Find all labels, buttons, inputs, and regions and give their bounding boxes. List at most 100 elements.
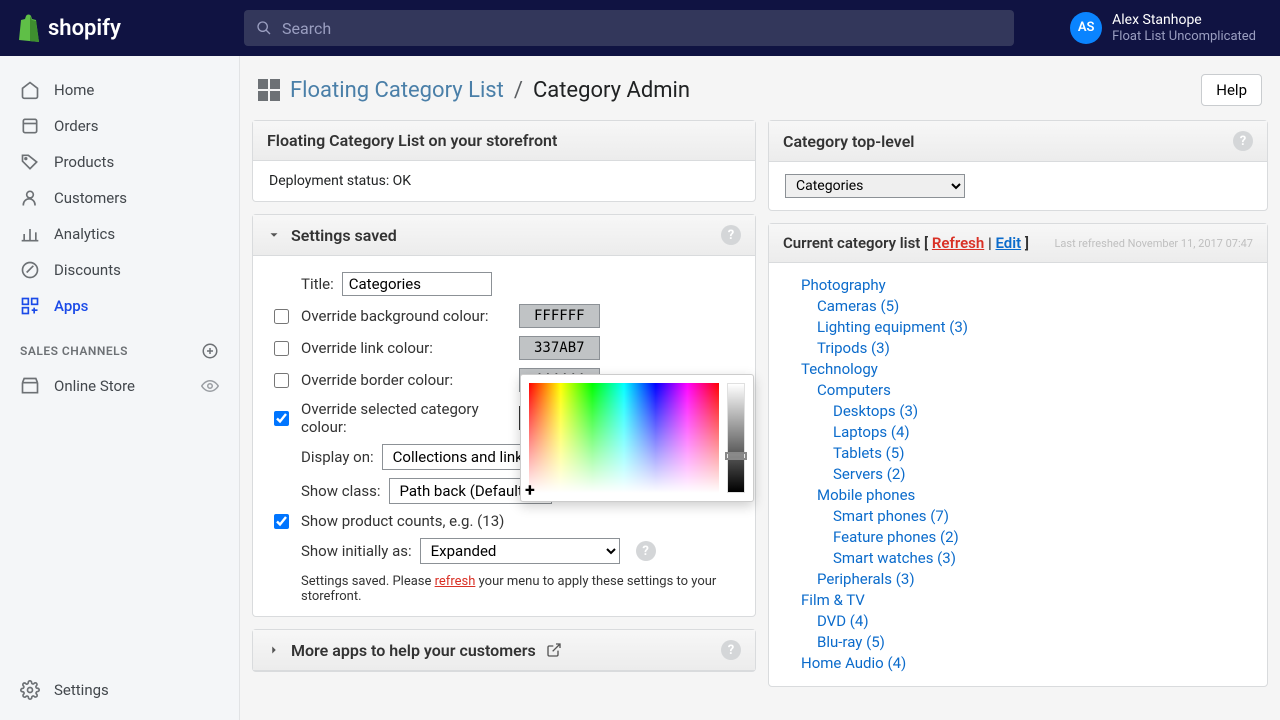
chevron-right-icon [267,643,281,657]
help-icon[interactable]: ? [721,640,741,660]
sidebar-item-products[interactable]: Products [0,144,239,180]
tree-link[interactable]: Smart watches (3) [833,549,956,567]
tree-link[interactable]: Laptops (4) [833,423,910,441]
override-bg-label: Override background colour: [301,307,511,325]
tree-link[interactable]: Smart phones (7) [833,507,949,525]
apps-icon [20,296,40,316]
override-selected-label: Override selected category colour: [301,400,511,436]
sidebar-item-settings[interactable]: Settings [0,672,239,708]
sidebar-item-orders[interactable]: Orders [0,108,239,144]
sidebar-item-customers[interactable]: Customers [0,180,239,216]
tree-link[interactable]: Desktops (3) [833,402,918,420]
tree-link[interactable]: Servers (2) [833,465,906,483]
show-counts-label: Show product counts, e.g. (13) [301,512,504,530]
refresh-link[interactable]: refresh [435,574,476,589]
sidebar: Home Orders Products Customers Analytics… [0,56,240,720]
tree-link[interactable]: Lighting equipment (3) [817,318,968,336]
discount-icon [20,260,40,280]
last-refreshed: Last refreshed November 11, 2017 07:47 [1054,237,1253,250]
sidebar-item-analytics[interactable]: Analytics [0,216,239,252]
sidebar-item-online-store[interactable]: Online Store [0,368,239,404]
search-box[interactable] [244,10,1014,46]
link-color-button[interactable]: 337AB7 [519,336,600,360]
sidebar-item-apps[interactable]: Apps [0,288,239,324]
breadcrumb: Floating Category List / Category Admin … [252,68,1268,120]
tree-link[interactable]: Home Audio (4) [801,654,906,672]
breadcrumb-app[interactable]: Floating Category List [290,78,504,103]
settings-panel-header[interactable]: Settings saved ? [253,215,755,256]
tree-link[interactable]: Feature phones (2) [833,528,959,546]
avatar: AS [1070,12,1102,44]
storefront-panel: Floating Category List on your storefron… [252,120,756,202]
user-menu[interactable]: AS Alex Stanhope Float List Uncomplicate… [1070,12,1264,44]
breadcrumb-sep: / [514,78,523,103]
help-icon[interactable]: ? [721,225,741,245]
refresh-link[interactable]: Refresh [932,234,984,252]
more-apps-header[interactable]: More apps to help your customers ? [253,630,755,671]
analytics-icon [20,224,40,244]
tree-link[interactable]: Tablets (5) [833,444,904,462]
brightness-slider[interactable] [727,383,745,493]
logo[interactable]: shopify [16,14,236,42]
override-bg-checkbox[interactable] [274,309,289,324]
override-link-checkbox[interactable] [274,341,289,356]
save-message: Settings saved. Please refresh your menu… [269,568,739,604]
store-name: Float List Uncomplicated [1112,29,1256,45]
edit-link[interactable]: Edit [995,234,1021,252]
toplevel-panel: Category top-level ? Categories [768,120,1268,211]
bg-color-button[interactable]: FFFFFF [519,304,600,328]
more-apps-panel: More apps to help your customers ? [252,629,756,672]
show-initially-select[interactable]: Expanded [420,538,620,564]
topbar: shopify AS Alex Stanhope Float List Unco… [0,0,1280,56]
override-link-label: Override link colour: [301,339,511,357]
search-icon [256,20,272,36]
tree-link[interactable]: Mobile phones [817,486,915,504]
override-selected-checkbox[interactable] [274,411,289,426]
tree-link[interactable]: Photography [801,276,886,294]
color-picker-popover[interactable]: + [520,374,754,502]
deployment-status: Deployment status: OK [269,173,411,189]
help-icon[interactable]: ? [636,541,656,561]
chevron-down-icon [267,228,281,242]
toplevel-select[interactable]: Categories [785,174,965,198]
sidebar-item-home[interactable]: Home [0,72,239,108]
sidebar-item-discounts[interactable]: Discounts [0,252,239,288]
override-border-label: Override border colour: [301,371,511,389]
show-initially-label: Show initially as: [301,542,412,560]
tree-link[interactable]: Tripods (3) [817,339,890,357]
user-name: Alex Stanhope [1112,12,1256,29]
orders-icon [20,116,40,136]
help-icon[interactable]: ? [1233,131,1253,151]
override-border-checkbox[interactable] [274,373,289,388]
tree-link[interactable]: Computers [817,381,891,399]
shopify-bag-icon [16,14,40,42]
tree-link[interactable]: DVD (4) [817,612,869,630]
color-cursor: + [525,480,535,501]
person-icon [20,188,40,208]
show-class-label: Show class: [301,482,381,500]
title-input[interactable] [342,272,492,296]
store-icon [20,376,40,396]
storefront-panel-header: Floating Category List on your storefron… [253,121,755,161]
eye-icon[interactable] [201,377,219,395]
toplevel-title: Category top-level [783,132,914,151]
title-label: Title: [301,275,334,293]
sales-channels-header: SALES CHANNELS [0,324,239,368]
search-input[interactable] [282,19,1002,38]
grid-icon [258,79,280,101]
tree-link[interactable]: Peripherals (3) [817,570,915,588]
tree-link[interactable]: Film & TV [801,591,865,609]
catlist-panel: Current category list [ Refresh | Edit ]… [768,223,1268,687]
tree-link[interactable]: Technology [801,360,878,378]
slider-handle[interactable] [725,452,747,460]
show-counts-checkbox[interactable] [274,514,289,529]
help-button[interactable]: Help [1201,74,1262,106]
color-field[interactable]: + [529,383,719,493]
page-title: Category Admin [533,78,690,103]
external-link-icon [546,642,562,658]
tree-link[interactable]: Blu-ray (5) [817,633,885,651]
tree-link[interactable]: Cameras (5) [817,297,899,315]
add-channel-icon[interactable] [201,342,219,360]
brand-text: shopify [48,16,121,41]
content: Floating Category List / Category Admin … [240,56,1280,720]
